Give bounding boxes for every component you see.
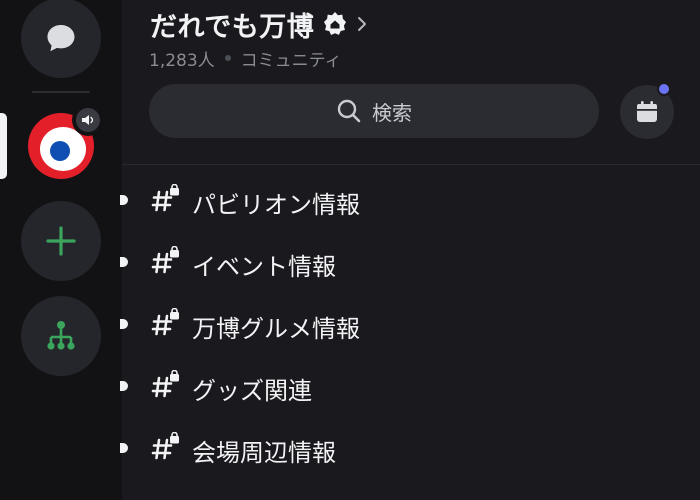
channel-name: 会場周辺情報: [192, 439, 336, 467]
events-notification-dot: [657, 82, 671, 96]
channel-item[interactable]: グッズ関連: [120, 357, 700, 413]
unread-indicator: [120, 319, 128, 329]
unread-indicator: [120, 443, 128, 453]
direct-messages-button[interactable]: [21, 0, 101, 78]
channel-item[interactable]: 万博グルメ情報: [120, 295, 700, 351]
calendar-icon: [637, 101, 657, 122]
chevron-right-icon: [358, 17, 367, 31]
meta-separator: [224, 55, 231, 61]
add-server-button[interactable]: [21, 201, 101, 281]
server-name: だれでも万博: [150, 11, 315, 43]
unread-indicator: [120, 257, 128, 267]
search-bar[interactable]: 検索: [149, 84, 599, 138]
community-badge-icon: [324, 12, 347, 35]
channel-item[interactable]: 会場周辺情報: [120, 419, 700, 475]
server-header[interactable]: だれでも万博: [150, 6, 368, 43]
channel-item[interactable]: イベント情報: [120, 233, 700, 289]
hub-tree-icon: [47, 321, 75, 350]
search-label: 検索: [372, 100, 412, 125]
chat-bubble-icon: [47, 25, 75, 52]
server-meta: 1,283人 コミュニティ: [149, 46, 342, 71]
unread-indicator: [120, 195, 128, 205]
server-type-label: コミュニティ: [240, 50, 342, 71]
unread-indicator: [120, 381, 128, 391]
channel-name: イベント情報: [192, 253, 336, 281]
plus-icon: [46, 226, 76, 256]
header-divider: [122, 164, 700, 165]
channel-name: グッズ関連: [192, 377, 312, 405]
channel-name: パビリオン情報: [192, 191, 360, 219]
server-logo-dot: [50, 141, 70, 161]
member-count: 1,283人: [149, 50, 215, 71]
discover-button[interactable]: [21, 296, 101, 376]
server-panel: だれでも万博 1,283人 コミュニティ 検索 パビリオン情報 イベント情報 万…: [120, 0, 700, 500]
server-rail: [0, 0, 122, 500]
search-icon: [337, 99, 361, 123]
rail-divider: [32, 91, 90, 93]
active-server-indicator: [0, 113, 7, 179]
voice-active-badge: [72, 104, 104, 136]
app-window: だれでも万博 1,283人 コミュニティ 検索 パビリオン情報 イベント情報 万…: [0, 0, 700, 500]
speaker-icon: [82, 115, 94, 125]
channel-item[interactable]: パビリオン情報: [120, 171, 700, 227]
channel-name: 万博グルメ情報: [192, 315, 360, 343]
